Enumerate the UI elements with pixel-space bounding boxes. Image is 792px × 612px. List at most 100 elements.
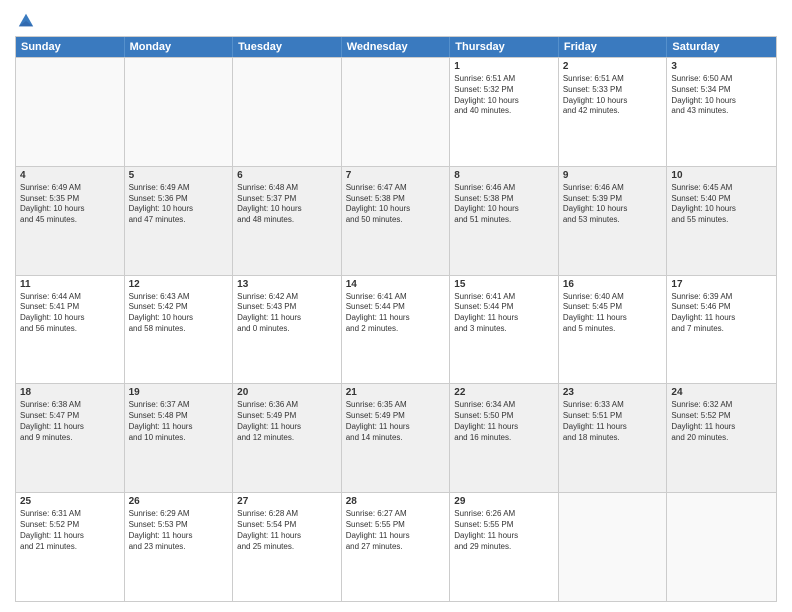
cell-info: Sunrise: 6:28 AMSunset: 5:54 PMDaylight:…: [237, 509, 337, 552]
cal-cell-4-4: 29 Sunrise: 6:26 AMSunset: 5:55 PMDayligh…: [450, 493, 559, 601]
header-day-saturday: Saturday: [667, 37, 776, 57]
calendar: SundayMondayTuesdayWednesdayThursdayFrid…: [15, 36, 777, 602]
cal-cell-0-4: 1 Sunrise: 6:51 AMSunset: 5:32 PMDaylight…: [450, 58, 559, 166]
cell-info: Sunrise: 6:48 AMSunset: 5:37 PMDaylight:…: [237, 183, 337, 226]
cal-cell-3-1: 19 Sunrise: 6:37 AMSunset: 5:48 PMDayligh…: [125, 384, 234, 492]
day-number: 27: [237, 496, 337, 507]
day-number: 29: [454, 496, 554, 507]
day-number: 22: [454, 387, 554, 398]
cell-info: Sunrise: 6:33 AMSunset: 5:51 PMDaylight:…: [563, 400, 663, 443]
cell-info: Sunrise: 6:49 AMSunset: 5:35 PMDaylight:…: [20, 183, 120, 226]
header-day-monday: Monday: [125, 37, 234, 57]
cell-info: Sunrise: 6:39 AMSunset: 5:46 PMDaylight:…: [671, 292, 772, 335]
cal-cell-4-3: 28 Sunrise: 6:27 AMSunset: 5:55 PMDayligh…: [342, 493, 451, 601]
day-number: 11: [20, 279, 120, 290]
cal-cell-1-2: 6 Sunrise: 6:48 AMSunset: 5:37 PMDaylight…: [233, 167, 342, 275]
cal-cell-1-0: 4 Sunrise: 6:49 AMSunset: 5:35 PMDaylight…: [16, 167, 125, 275]
cell-info: Sunrise: 6:44 AMSunset: 5:41 PMDaylight:…: [20, 292, 120, 335]
cell-info: Sunrise: 6:51 AMSunset: 5:33 PMDaylight:…: [563, 74, 663, 117]
cell-info: Sunrise: 6:36 AMSunset: 5:49 PMDaylight:…: [237, 400, 337, 443]
calendar-row-3: 18 Sunrise: 6:38 AMSunset: 5:47 PMDayligh…: [16, 383, 776, 492]
cal-cell-1-5: 9Sunrise: 6:46 AMSunset: 5:39 PMDaylight…: [559, 167, 668, 275]
header-day-thursday: Thursday: [450, 37, 559, 57]
day-number: 16: [563, 279, 663, 290]
logo-icon: [17, 12, 35, 30]
cal-cell-3-6: 24 Sunrise: 6:32 AMSunset: 5:52 PMDayligh…: [667, 384, 776, 492]
cal-cell-1-1: 5 Sunrise: 6:49 AMSunset: 5:36 PMDaylight…: [125, 167, 234, 275]
day-number: 23: [563, 387, 663, 398]
cal-cell-0-5: 2Sunrise: 6:51 AMSunset: 5:33 PMDaylight…: [559, 58, 668, 166]
cal-cell-1-4: 8 Sunrise: 6:46 AMSunset: 5:38 PMDaylight…: [450, 167, 559, 275]
day-number: 1: [454, 61, 554, 72]
cal-cell-0-3: [342, 58, 451, 166]
cal-cell-1-6: 10 Sunrise: 6:45 AMSunset: 5:40 PMDayligh…: [667, 167, 776, 275]
day-number: 28: [346, 496, 446, 507]
day-number: 5: [129, 170, 229, 181]
calendar-row-2: 11 Sunrise: 6:44 AMSunset: 5:41 PMDayligh…: [16, 275, 776, 384]
day-number: 21: [346, 387, 446, 398]
cell-info: Sunrise: 6:43 AMSunset: 5:42 PMDaylight:…: [129, 292, 229, 335]
day-number: 14: [346, 279, 446, 290]
day-number: 6: [237, 170, 337, 181]
calendar-row-1: 4 Sunrise: 6:49 AMSunset: 5:35 PMDaylight…: [16, 166, 776, 275]
day-number: 13: [237, 279, 337, 290]
day-number: 8: [454, 170, 554, 181]
header-day-sunday: Sunday: [16, 37, 125, 57]
cell-info: Sunrise: 6:38 AMSunset: 5:47 PMDaylight:…: [20, 400, 120, 443]
calendar-row-4: 25 Sunrise: 6:31 AMSunset: 5:52 PMDayligh…: [16, 492, 776, 601]
day-number: 20: [237, 387, 337, 398]
cal-cell-3-4: 22 Sunrise: 6:34 AMSunset: 5:50 PMDayligh…: [450, 384, 559, 492]
day-number: 26: [129, 496, 229, 507]
header-day-tuesday: Tuesday: [233, 37, 342, 57]
cell-info: Sunrise: 6:41 AMSunset: 5:44 PMDaylight:…: [454, 292, 554, 335]
cal-cell-0-0: [16, 58, 125, 166]
calendar-row-0: 1 Sunrise: 6:51 AMSunset: 5:32 PMDaylight…: [16, 57, 776, 166]
cell-info: Sunrise: 6:46 AMSunset: 5:38 PMDaylight:…: [454, 183, 554, 226]
cal-cell-2-4: 15 Sunrise: 6:41 AMSunset: 5:44 PMDayligh…: [450, 276, 559, 384]
day-number: 18: [20, 387, 120, 398]
day-number: 17: [671, 279, 772, 290]
day-number: 24: [671, 387, 772, 398]
header-day-wednesday: Wednesday: [342, 37, 451, 57]
cal-cell-0-1: [125, 58, 234, 166]
cell-info: Sunrise: 6:27 AMSunset: 5:55 PMDaylight:…: [346, 509, 446, 552]
cell-info: Sunrise: 6:26 AMSunset: 5:55 PMDaylight:…: [454, 509, 554, 552]
cal-cell-2-0: 11 Sunrise: 6:44 AMSunset: 5:41 PMDayligh…: [16, 276, 125, 384]
cal-cell-1-3: 7Sunrise: 6:47 AMSunset: 5:38 PMDaylight…: [342, 167, 451, 275]
cal-cell-2-3: 14 Sunrise: 6:41 AMSunset: 5:44 PMDayligh…: [342, 276, 451, 384]
day-number: 3: [671, 61, 772, 72]
cell-info: Sunrise: 6:34 AMSunset: 5:50 PMDaylight:…: [454, 400, 554, 443]
cal-cell-4-5: [559, 493, 668, 601]
header-day-friday: Friday: [559, 37, 668, 57]
logo: [15, 14, 35, 30]
day-number: 15: [454, 279, 554, 290]
cal-cell-4-2: 27 Sunrise: 6:28 AMSunset: 5:54 PMDayligh…: [233, 493, 342, 601]
cal-cell-2-5: 16 Sunrise: 6:40 AMSunset: 5:45 PMDayligh…: [559, 276, 668, 384]
day-number: 9: [563, 170, 663, 181]
cell-info: Sunrise: 6:49 AMSunset: 5:36 PMDaylight:…: [129, 183, 229, 226]
cal-cell-4-0: 25 Sunrise: 6:31 AMSunset: 5:52 PMDayligh…: [16, 493, 125, 601]
page: SundayMondayTuesdayWednesdayThursdayFrid…: [0, 0, 792, 612]
day-number: 10: [671, 170, 772, 181]
day-number: 25: [20, 496, 120, 507]
cell-info: Sunrise: 6:32 AMSunset: 5:52 PMDaylight:…: [671, 400, 772, 443]
cal-cell-0-2: [233, 58, 342, 166]
cell-info: Sunrise: 6:35 AMSunset: 5:49 PMDaylight:…: [346, 400, 446, 443]
day-number: 7: [346, 170, 446, 181]
cell-info: Sunrise: 6:45 AMSunset: 5:40 PMDaylight:…: [671, 183, 772, 226]
cell-info: Sunrise: 6:50 AMSunset: 5:34 PMDaylight:…: [671, 74, 772, 117]
cell-info: Sunrise: 6:29 AMSunset: 5:53 PMDaylight:…: [129, 509, 229, 552]
cell-info: Sunrise: 6:31 AMSunset: 5:52 PMDaylight:…: [20, 509, 120, 552]
cell-info: Sunrise: 6:40 AMSunset: 5:45 PMDaylight:…: [563, 292, 663, 335]
cal-cell-0-6: 3 Sunrise: 6:50 AMSunset: 5:34 PMDaylight…: [667, 58, 776, 166]
cal-cell-2-2: 13Sunrise: 6:42 AMSunset: 5:43 PMDayligh…: [233, 276, 342, 384]
cal-cell-3-2: 20 Sunrise: 6:36 AMSunset: 5:49 PMDayligh…: [233, 384, 342, 492]
cal-cell-3-5: 23 Sunrise: 6:33 AMSunset: 5:51 PMDayligh…: [559, 384, 668, 492]
cell-info: Sunrise: 6:37 AMSunset: 5:48 PMDaylight:…: [129, 400, 229, 443]
day-number: 19: [129, 387, 229, 398]
cell-info: Sunrise: 6:51 AMSunset: 5:32 PMDaylight:…: [454, 74, 554, 117]
cal-cell-4-1: 26 Sunrise: 6:29 AMSunset: 5:53 PMDayligh…: [125, 493, 234, 601]
day-number: 12: [129, 279, 229, 290]
cell-info: Sunrise: 6:41 AMSunset: 5:44 PMDaylight:…: [346, 292, 446, 335]
day-number: 4: [20, 170, 120, 181]
